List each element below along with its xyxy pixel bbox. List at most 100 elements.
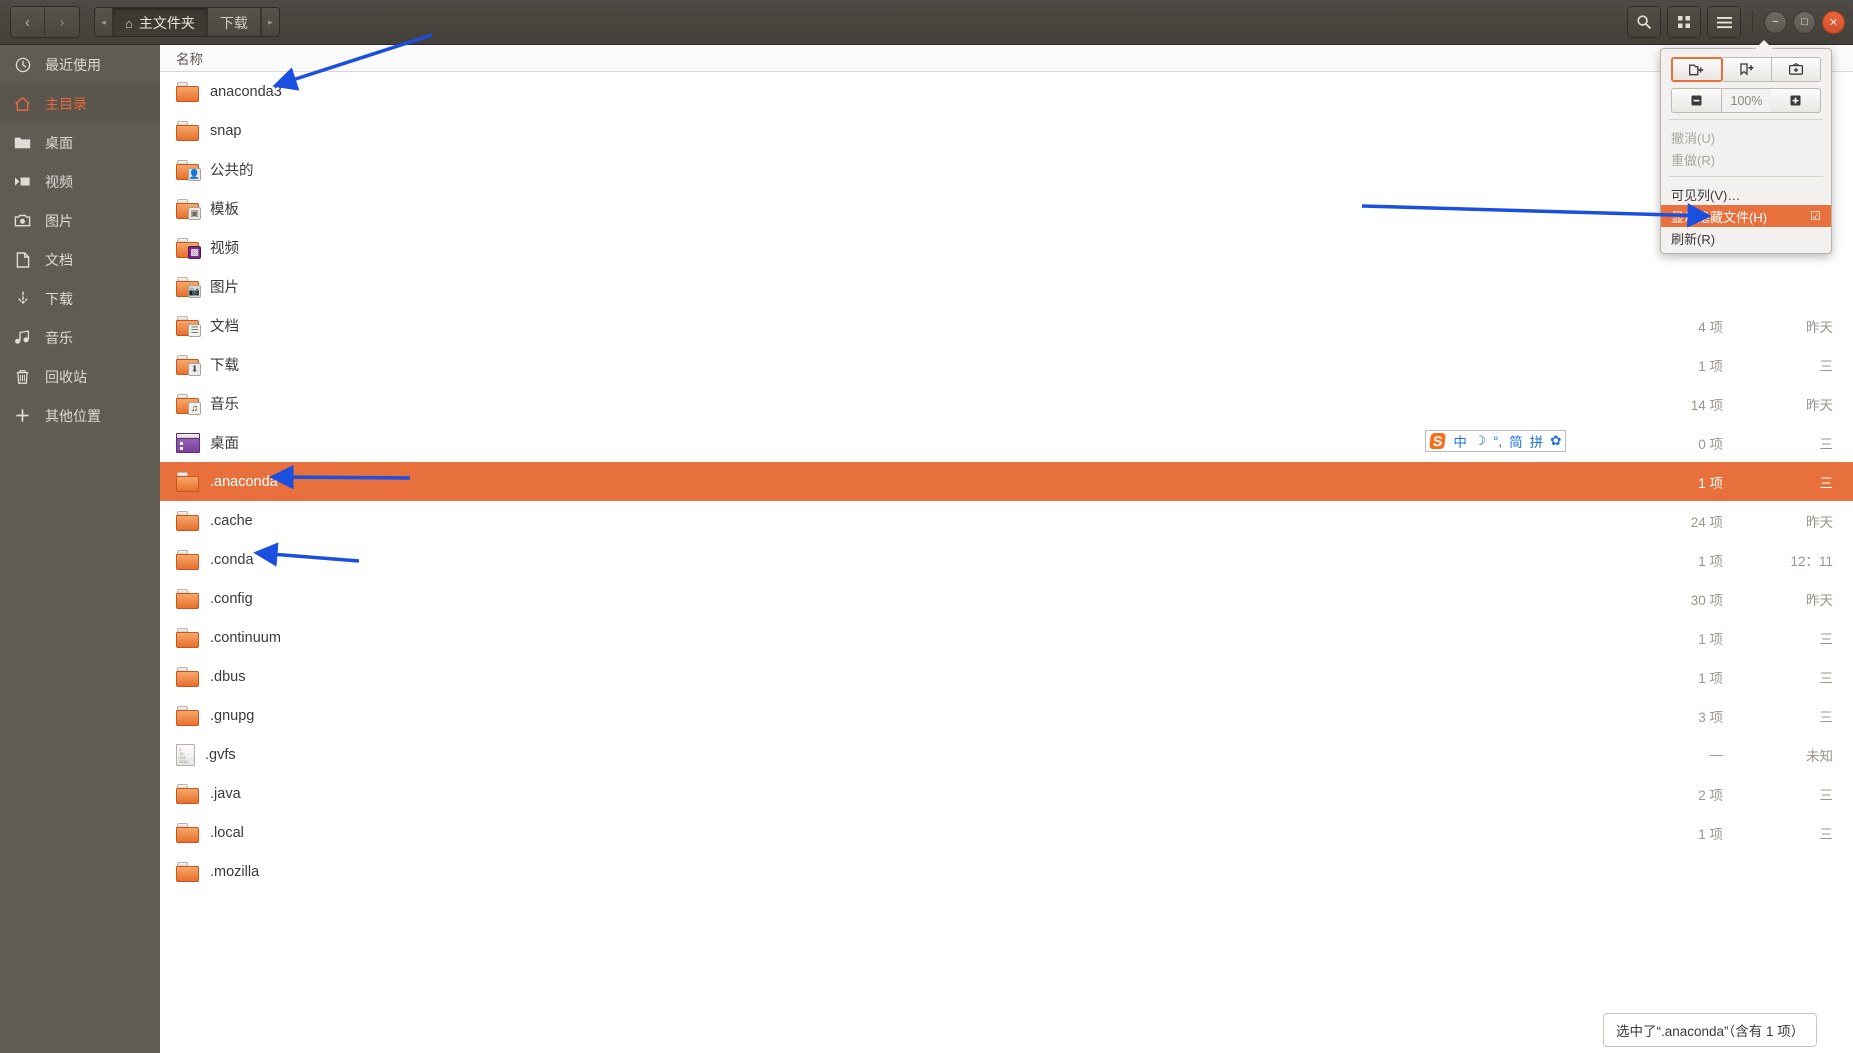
table-row[interactable]: .dbus 1 项 三	[160, 657, 1853, 696]
sidebar: 最近使用主目录 桌面 视频 图片 文档 下载音乐回收站其他位置	[0, 45, 160, 1053]
sogou-logo-icon: S	[1429, 433, 1447, 449]
sidebar-item-7[interactable]: 音乐	[0, 318, 160, 357]
header-left-group: ‹ › ◂ ⌂ 主文件夹 下载 ▸	[0, 6, 280, 38]
sidebar-item-label: 音乐	[45, 329, 73, 346]
table-row[interactable]: .cache 24 项 昨天	[160, 501, 1853, 540]
folder-plain-icon	[176, 705, 200, 726]
breadcrumb-scroll-left[interactable]: ◂	[95, 8, 113, 36]
menu-item-visible-columns[interactable]: 可见列(V)…	[1661, 183, 1831, 205]
sidebar-item-9[interactable]: 其他位置	[0, 396, 160, 435]
table-row[interactable]: .mozilla	[160, 852, 1853, 891]
main-menu-button[interactable]	[1707, 6, 1741, 38]
breadcrumb-item-downloads[interactable]: 下载	[207, 8, 261, 36]
file-item-count: 1 项	[1698, 358, 1723, 374]
file-item-count: 2 项	[1698, 787, 1723, 803]
sidebar-item-5[interactable]: 文档	[0, 240, 160, 279]
ime-moon-icon[interactable]: ☽	[1474, 433, 1486, 449]
table-row[interactable]: anaconda3	[160, 72, 1853, 111]
file-modified-date: 三	[1819, 475, 1834, 491]
table-row[interactable]: 👤 公共的	[160, 150, 1853, 189]
ime-simplified-icon[interactable]: 简	[1509, 431, 1523, 451]
table-row[interactable]: .gnupg 3 项 三	[160, 696, 1853, 735]
file-name: .java	[210, 785, 241, 802]
search-icon	[1637, 15, 1651, 29]
sidebar-item-0[interactable]: 最近使用	[0, 45, 160, 84]
folder-plain-icon	[176, 471, 200, 492]
sidebar-item-4[interactable]: 图片	[0, 201, 160, 240]
file-name: .gnupg	[210, 707, 255, 724]
table-row[interactable]: ☰ 文档 4 项 昨天	[160, 306, 1853, 345]
zoom-out-button[interactable]	[1671, 88, 1722, 113]
file-modified-date: 昨天	[1806, 514, 1833, 530]
sidebar-item-8[interactable]: 回收站	[0, 357, 160, 396]
table-row[interactable]: .local 1 项 三	[160, 813, 1853, 852]
table-row[interactable]: ▣ 模板	[160, 189, 1853, 228]
ime-settings-gear-icon[interactable]: ✿	[1550, 433, 1561, 449]
file-modified-date: 三	[1819, 358, 1834, 374]
file-name: .dbus	[210, 668, 246, 685]
text-file-icon: 1 10 101 1010	[176, 743, 195, 766]
ime-mode-chinese[interactable]: 中	[1453, 431, 1467, 451]
file-item-count: 24 项	[1690, 514, 1723, 530]
menu-item-redo[interactable]: 重做(R)	[1661, 148, 1831, 170]
music-icon	[6, 330, 39, 345]
zoom-in-button[interactable]	[1771, 88, 1821, 113]
file-name: 模板	[210, 202, 239, 218]
maximize-button[interactable]: □	[1793, 10, 1816, 34]
file-rows: anaconda3 snap 👤 公共的 ▣ 模板 ▩ 视频 📷 图片 ☰ 文档 4 项昨天 ⬇ 下载 1 项…	[160, 72, 1853, 891]
new-window-button[interactable]	[1772, 57, 1821, 82]
table-row[interactable]: snap	[160, 111, 1853, 150]
forward-button[interactable]: ›	[45, 7, 79, 37]
back-button[interactable]: ‹	[11, 7, 45, 37]
sidebar-item-label: 最近使用	[45, 56, 101, 73]
video-icon	[6, 175, 39, 188]
file-name: 图片	[210, 280, 239, 296]
table-row[interactable]: 桌面 0 项 三	[160, 423, 1853, 462]
table-row[interactable]: .java 2 项 三	[160, 774, 1853, 813]
menu-item-label: 重做(R)	[1671, 152, 1716, 168]
sidebar-item-label: 其他位置	[45, 407, 101, 424]
menu-item-refresh[interactable]: 刷新(R)	[1661, 227, 1831, 249]
sidebar-item-1[interactable]: 主目录	[0, 84, 160, 123]
sidebar-item-3[interactable]: 视频	[0, 162, 160, 201]
file-modified-date: 昨天	[1806, 319, 1833, 335]
table-row[interactable]: 1 10 101 1010 .gvfs — 未知	[160, 735, 1853, 774]
folder-documents-icon: ☰	[176, 315, 201, 337]
table-row[interactable]: .config 30 项 昨天	[160, 579, 1853, 618]
table-row[interactable]: ▩ 视频	[160, 228, 1853, 267]
table-row[interactable]: .anaconda 1 项 三	[160, 462, 1853, 501]
search-button[interactable]	[1627, 6, 1661, 38]
file-modified-date: 三	[1819, 787, 1834, 803]
desktop-folder-icon	[176, 432, 200, 453]
file-item-count: 1 项	[1698, 475, 1723, 491]
minimize-button[interactable]: −	[1764, 10, 1787, 34]
file-name: 下载	[210, 358, 239, 374]
table-row[interactable]: .conda 1 项 12：11	[160, 540, 1853, 579]
view-options-button[interactable]	[1667, 6, 1701, 38]
menu-item-label: 刷新(R)	[1671, 231, 1716, 247]
menu-item-label: 撤消(U)	[1671, 130, 1716, 146]
menu-action-button-group	[1671, 57, 1821, 82]
new-folder-button[interactable]	[1671, 57, 1723, 82]
ime-pinyin-icon[interactable]: 拼	[1530, 431, 1544, 451]
folder-plain-icon	[176, 588, 200, 609]
file-modified-date: 三	[1819, 826, 1834, 842]
folder-music-icon: ♫	[176, 393, 201, 415]
breadcrumb-scroll-right[interactable]: ▸	[260, 8, 279, 36]
table-row[interactable]: 📷 图片	[160, 267, 1853, 306]
table-row[interactable]: ⬇ 下载 1 项 三	[160, 345, 1853, 384]
folder-plain-icon	[176, 81, 200, 102]
close-icon: ✕	[1828, 16, 1839, 29]
menu-item-show-hidden-files[interactable]: 显示隐藏文件(H) ☑	[1661, 205, 1831, 227]
file-item-count: 4 项	[1698, 319, 1723, 335]
breadcrumb-item-home[interactable]: ⌂ 主文件夹	[113, 8, 208, 36]
file-name: 桌面	[210, 436, 239, 452]
table-row[interactable]: ♫ 音乐 14 项 昨天	[160, 384, 1853, 423]
menu-item-undo[interactable]: 撤消(U)	[1661, 126, 1831, 148]
sidebar-item-6[interactable]: 下载	[0, 279, 160, 318]
add-bookmark-button[interactable]	[1723, 57, 1772, 82]
sidebar-item-2[interactable]: 桌面	[0, 123, 160, 162]
table-row[interactable]: .continuum 1 项 三	[160, 618, 1853, 657]
ime-punctuation-icon[interactable]: °,	[1493, 434, 1502, 449]
close-button[interactable]: ✕	[1822, 10, 1845, 34]
